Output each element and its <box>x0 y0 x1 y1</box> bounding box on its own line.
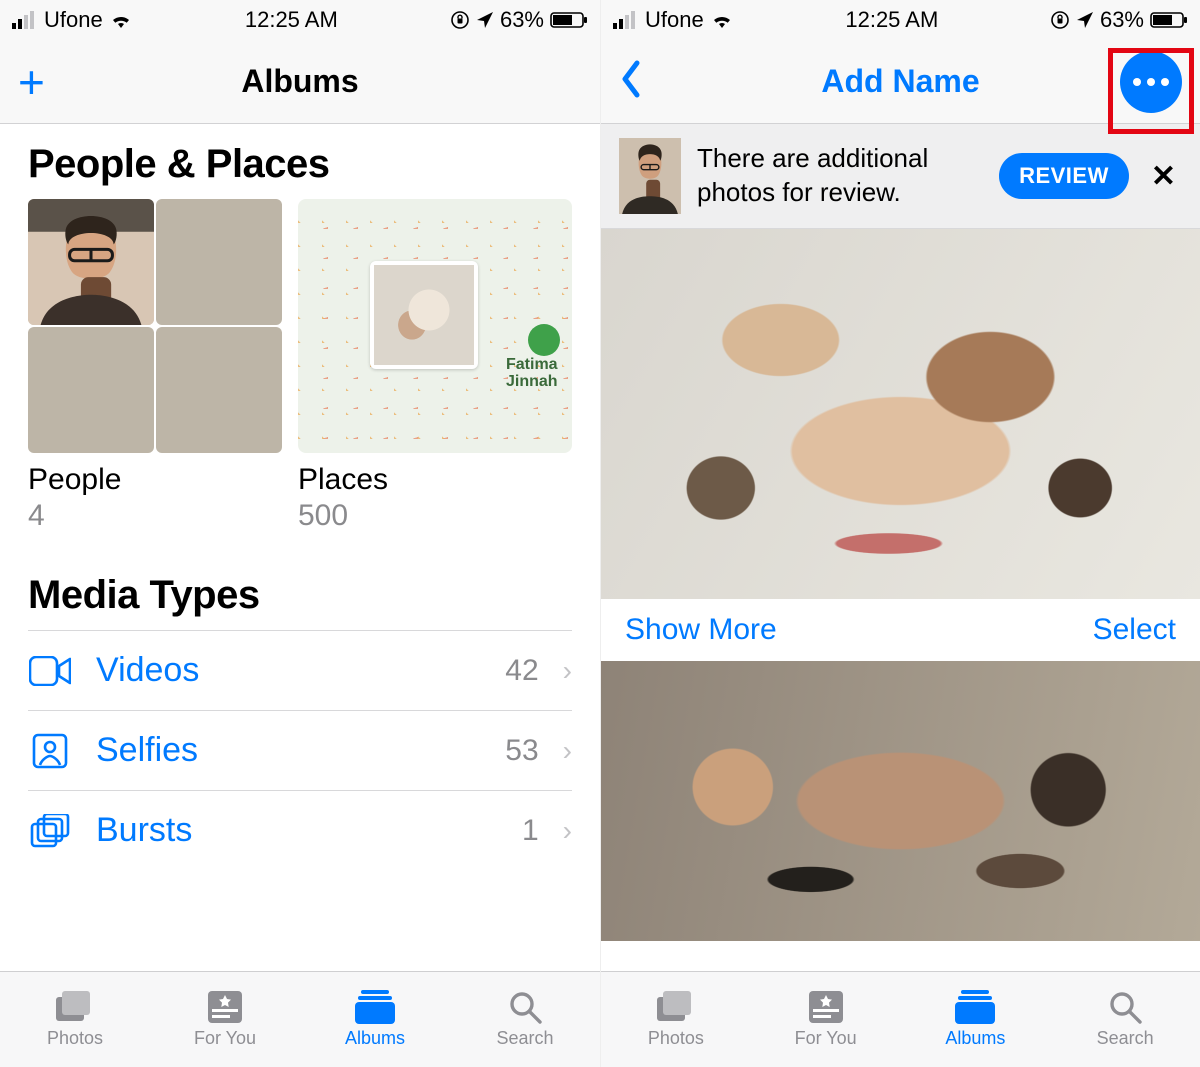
section-people-places: People & Places <box>0 124 600 199</box>
add-name-button[interactable]: Add Name <box>601 63 1200 100</box>
people-album-tile[interactable]: People 4 <box>28 199 282 533</box>
tab-bar: Photos For You Albums Search <box>0 971 600 1067</box>
media-type-selfies[interactable]: Selfies 53 › <box>28 710 572 790</box>
signal-icon <box>12 11 38 29</box>
albums-icon <box>355 990 395 1024</box>
section-media-types: Media Types <box>0 533 600 630</box>
battery-icon <box>1150 11 1188 29</box>
selfie-icon <box>28 733 72 769</box>
signal-icon <box>613 11 639 29</box>
battery-icon <box>550 11 588 29</box>
tab-search[interactable]: Search <box>1050 972 1200 1067</box>
places-label: Places <box>298 463 572 497</box>
more-options-button[interactable] <box>1120 51 1182 113</box>
person-thumbnail <box>28 327 154 453</box>
albums-icon <box>955 990 995 1024</box>
tab-albums[interactable]: Albums <box>901 972 1051 1067</box>
tab-label: For You <box>194 1028 256 1049</box>
wifi-icon <box>710 11 734 29</box>
banner-thumbnail <box>619 138 681 214</box>
chevron-right-icon: › <box>563 815 572 847</box>
people-count: 4 <box>28 499 282 533</box>
actions-strip: Show More Select <box>601 599 1200 661</box>
nav-bar: + Albums <box>0 40 600 124</box>
wifi-icon <box>109 11 133 29</box>
park-icon <box>528 324 560 356</box>
rotation-lock-icon <box>450 10 470 30</box>
nav-title: Albums <box>0 63 600 100</box>
clock-label: 12:25 AM <box>845 7 938 33</box>
add-album-button[interactable]: + <box>18 59 45 105</box>
tab-label: Photos <box>47 1028 103 1049</box>
review-banner: There are additional photos for review. … <box>601 124 1200 229</box>
media-type-label: Selfies <box>96 731 481 770</box>
places-count: 500 <box>298 499 572 533</box>
places-album-tile[interactable]: Fatima Jinnah Places 500 <box>298 199 572 533</box>
tab-bar: Photos For You Albums Search <box>601 971 1200 1067</box>
media-type-label: Bursts <box>96 811 498 850</box>
photos-icon <box>656 990 696 1024</box>
battery-pct-label: 63% <box>1100 7 1144 33</box>
tab-label: Albums <box>945 1028 1005 1049</box>
tab-label: For You <box>795 1028 857 1049</box>
chevron-right-icon: › <box>563 655 572 687</box>
banner-message: There are additional photos for review. <box>697 142 983 210</box>
for-you-icon <box>205 990 245 1024</box>
burst-icon <box>28 814 72 848</box>
media-type-count: 53 <box>505 734 538 768</box>
clock-label: 12:25 AM <box>245 7 338 33</box>
location-icon <box>476 11 494 29</box>
nav-bar: Add Name <box>601 40 1200 124</box>
status-bar: Ufone 12:25 AM 63% <box>601 0 1200 40</box>
location-icon <box>1076 11 1094 29</box>
media-type-count: 1 <box>522 814 539 848</box>
tab-photos[interactable]: Photos <box>601 972 751 1067</box>
person-thumbnail <box>156 199 282 325</box>
media-type-count: 42 <box>505 654 538 688</box>
tab-photos[interactable]: Photos <box>0 972 150 1067</box>
tab-label: Albums <box>345 1028 405 1049</box>
people-label: People <box>28 463 282 497</box>
tab-label: Search <box>1097 1028 1154 1049</box>
tab-for-you[interactable]: For You <box>751 972 901 1067</box>
tab-label: Photos <box>648 1028 704 1049</box>
status-bar: Ufone 12:25 AM 63% <box>0 0 600 40</box>
battery-pct-label: 63% <box>500 7 544 33</box>
back-button[interactable] <box>619 59 643 104</box>
select-button[interactable]: Select <box>1093 613 1176 647</box>
tab-search[interactable]: Search <box>450 972 600 1067</box>
tab-albums[interactable]: Albums <box>300 972 450 1067</box>
dismiss-banner-button[interactable]: ✕ <box>1145 159 1182 194</box>
key-photo[interactable] <box>601 229 1200 599</box>
rotation-lock-icon <box>1050 10 1070 30</box>
carrier-label: Ufone <box>44 7 103 33</box>
search-icon <box>505 990 545 1024</box>
tab-for-you[interactable]: For You <box>150 972 300 1067</box>
video-icon <box>28 656 72 686</box>
albums-screen: Ufone 12:25 AM 63% + Album <box>0 0 600 1067</box>
tab-label: Search <box>496 1028 553 1049</box>
review-button[interactable]: REVIEW <box>999 153 1129 199</box>
map-place-label: Fatima Jinnah <box>506 357 566 391</box>
person-thumbnail <box>156 327 282 453</box>
carrier-label: Ufone <box>645 7 704 33</box>
photos-icon <box>55 990 95 1024</box>
person-detail-screen: Ufone 12:25 AM 63% <box>600 0 1200 1067</box>
photo-grid-item[interactable] <box>601 661 1200 941</box>
media-type-videos[interactable]: Videos 42 › <box>28 630 572 710</box>
media-type-bursts[interactable]: Bursts 1 › <box>28 790 572 870</box>
for-you-icon <box>806 990 846 1024</box>
media-type-label: Videos <box>96 651 481 690</box>
show-more-button[interactable]: Show More <box>625 613 777 647</box>
chevron-right-icon: › <box>563 735 572 767</box>
person-thumbnail <box>28 199 154 325</box>
search-icon <box>1105 990 1145 1024</box>
places-pin-photo <box>370 261 478 369</box>
